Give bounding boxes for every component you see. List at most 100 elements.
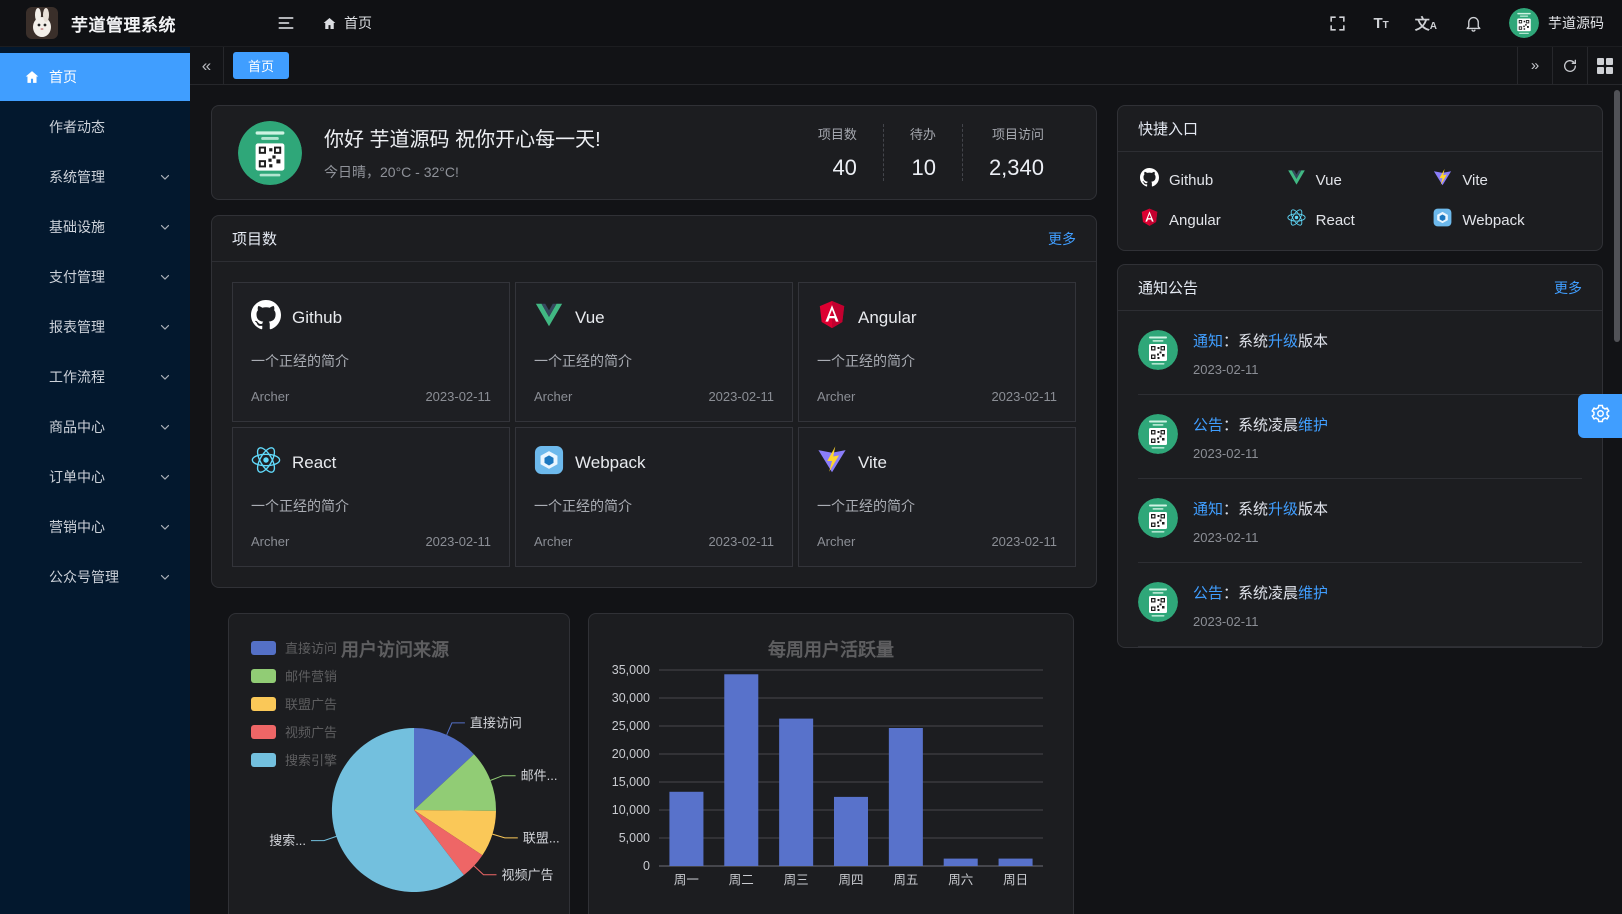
sidebar-item-label: 系统管理: [49, 167, 149, 187]
menu-fold-icon[interactable]: [276, 13, 296, 33]
stat-value: 10: [910, 155, 936, 181]
sidebar-item-首页[interactable]: 首页: [0, 53, 190, 101]
sidebar-item-订单中心[interactable]: 订单中心: [0, 453, 190, 501]
sidebar-item-基础设施[interactable]: 基础设施: [0, 203, 190, 251]
home-icon: [24, 69, 40, 85]
svg-text:周四: 周四: [838, 873, 863, 887]
pie-chart-card: 用户访问来源 直接访问 邮件营销 联盟广告 视频广告 搜索引擎 直接访问邮件..…: [228, 613, 570, 914]
project-tile[interactable]: Vue 一个正经的简介 Archer 2023-02-11: [515, 282, 793, 422]
project-tile[interactable]: Vite 一个正经的简介 Archer 2023-02-11: [798, 427, 1076, 567]
username: 芋道源码: [1548, 13, 1604, 33]
notices-list: 通知：系统升级版本 2023-02-11 公告：系统凌晨维护 2023-02-1…: [1118, 311, 1602, 647]
project-tile[interactable]: Webpack 一个正经的简介 Archer 2023-02-11: [515, 427, 793, 567]
projects-title: 项目数: [232, 228, 277, 249]
chevron-down-icon: [158, 270, 172, 284]
tabs-list: 首页: [224, 47, 1517, 84]
svg-text:周日: 周日: [1003, 873, 1028, 887]
bar-chart[interactable]: 05,00010,00015,00020,00025,00030,00035,0…: [589, 614, 1074, 914]
shortcut-link[interactable]: Angular: [1140, 208, 1287, 232]
notice-avatar: [1138, 582, 1178, 622]
font-size-icon[interactable]: TT: [1373, 15, 1388, 32]
dashboard-content: 你好 芋道源码 祝你开心每一天! 今日晴，20°C - 32°C! 项目数 40…: [190, 85, 1622, 914]
sidebar-item-label: 首页: [49, 67, 172, 87]
project-desc: 一个正经的简介: [251, 351, 491, 371]
notice-item[interactable]: 公告：系统凌晨维护 2023-02-11: [1138, 395, 1582, 479]
sidebar-item-label: 基础设施: [49, 217, 149, 237]
notice-item[interactable]: 公告：系统凌晨维护 2023-02-11: [1138, 563, 1582, 647]
notice-item[interactable]: 通知：系统升级版本 2023-02-11: [1138, 479, 1582, 563]
sidebar-item-支付管理[interactable]: 支付管理: [0, 253, 190, 301]
grid-icon: [1597, 58, 1613, 74]
react-icon: [1287, 208, 1306, 232]
svg-text:0: 0: [643, 859, 650, 873]
project-desc: 一个正经的简介: [251, 496, 491, 516]
tabs-menu-icon[interactable]: [1587, 47, 1622, 84]
svg-text:10,000: 10,000: [612, 803, 650, 817]
project-name: Vue: [575, 308, 605, 328]
chevron-down-icon: [158, 370, 172, 384]
breadcrumb-home-label[interactable]: 首页: [344, 13, 372, 33]
svg-text:视频广告: 视频广告: [501, 867, 553, 882]
welcome-stat: 待办 10: [883, 124, 962, 181]
tabs-collapse-left-icon[interactable]: «: [190, 47, 224, 84]
welcome-stat: 项目数 40: [792, 124, 883, 181]
sidebar-item-公众号管理[interactable]: 公众号管理: [0, 553, 190, 601]
sidebar-item-label: 订单中心: [49, 467, 149, 487]
sidebar-item-作者动态[interactable]: 作者动态: [0, 103, 190, 151]
pie-chart[interactable]: 直接访问邮件...联盟...视频广告搜索...: [229, 614, 570, 914]
shortcut-link[interactable]: Vite: [1433, 168, 1580, 192]
tab[interactable]: 首页: [233, 52, 289, 79]
project-name: Webpack: [575, 453, 646, 473]
bell-icon[interactable]: [1463, 13, 1483, 33]
header-actions: TT 文A 芋道源码: [1327, 8, 1604, 38]
scrollbar-thumb[interactable]: [1614, 90, 1620, 342]
project-tile[interactable]: Angular 一个正经的简介 Archer 2023-02-11: [798, 282, 1076, 422]
sidebar-item-报表管理[interactable]: 报表管理: [0, 303, 190, 351]
breadcrumb[interactable]: 首页: [322, 13, 372, 33]
project-date: 2023-02-11: [425, 534, 491, 549]
sidebar-item-工作流程[interactable]: 工作流程: [0, 353, 190, 401]
projects-more-link[interactable]: 更多: [1048, 229, 1076, 249]
welcome-avatar: [238, 121, 302, 185]
refresh-icon[interactable]: [1552, 47, 1587, 84]
project-tile[interactable]: Github 一个正经的简介 Archer 2023-02-11: [232, 282, 510, 422]
app-logo[interactable]: [26, 7, 58, 39]
svg-text:直接访问: 直接访问: [470, 715, 522, 730]
tabs-scroll-right-icon[interactable]: »: [1517, 47, 1552, 84]
notices-more-link[interactable]: 更多: [1554, 278, 1582, 298]
shortcut-link[interactable]: Webpack: [1433, 208, 1580, 232]
settings-gear-button[interactable]: [1578, 394, 1622, 438]
sidebar-item-商品中心[interactable]: 商品中心: [0, 403, 190, 451]
shortcut-link[interactable]: Vue: [1287, 168, 1434, 192]
angular-icon: [817, 300, 847, 335]
project-author: Archer: [534, 534, 572, 549]
user-menu[interactable]: 芋道源码: [1509, 8, 1604, 38]
project-date: 2023-02-11: [991, 534, 1057, 549]
webpack-icon: [1433, 208, 1452, 232]
project-tile[interactable]: React 一个正经的简介 Archer 2023-02-11: [232, 427, 510, 567]
project-date: 2023-02-11: [708, 389, 774, 404]
shortcut-label: Github: [1169, 172, 1213, 189]
angular-icon: [1140, 208, 1159, 232]
notice-item[interactable]: 通知：系统升级版本 2023-02-11: [1138, 311, 1582, 395]
sidebar-item-label: 支付管理: [49, 267, 149, 287]
sidebar-item-营销中心[interactable]: 营销中心: [0, 503, 190, 551]
project-desc: 一个正经的简介: [817, 351, 1057, 371]
shortcuts-title: 快捷入口: [1138, 118, 1198, 139]
shortcut-label: Webpack: [1462, 212, 1524, 229]
shortcut-link[interactable]: React: [1287, 208, 1434, 232]
fullscreen-icon[interactable]: [1327, 13, 1347, 33]
stat-value: 40: [818, 155, 857, 181]
svg-text:25,000: 25,000: [612, 719, 650, 733]
shortcuts-grid: Github Vue Vite Angular React Webpack: [1118, 152, 1602, 250]
project-date: 2023-02-11: [425, 389, 491, 404]
notice-date: 2023-02-11: [1193, 614, 1328, 629]
translate-icon[interactable]: 文A: [1415, 13, 1437, 34]
project-author: Archer: [534, 389, 572, 404]
notice-title: 通知：系统升级版本: [1193, 498, 1328, 519]
shortcut-link[interactable]: Github: [1140, 168, 1287, 192]
sidebar-item-系统管理[interactable]: 系统管理: [0, 153, 190, 201]
svg-text:周二: 周二: [729, 873, 754, 887]
sidebar-item-label: 工作流程: [49, 367, 149, 387]
svg-text:周六: 周六: [948, 873, 973, 887]
